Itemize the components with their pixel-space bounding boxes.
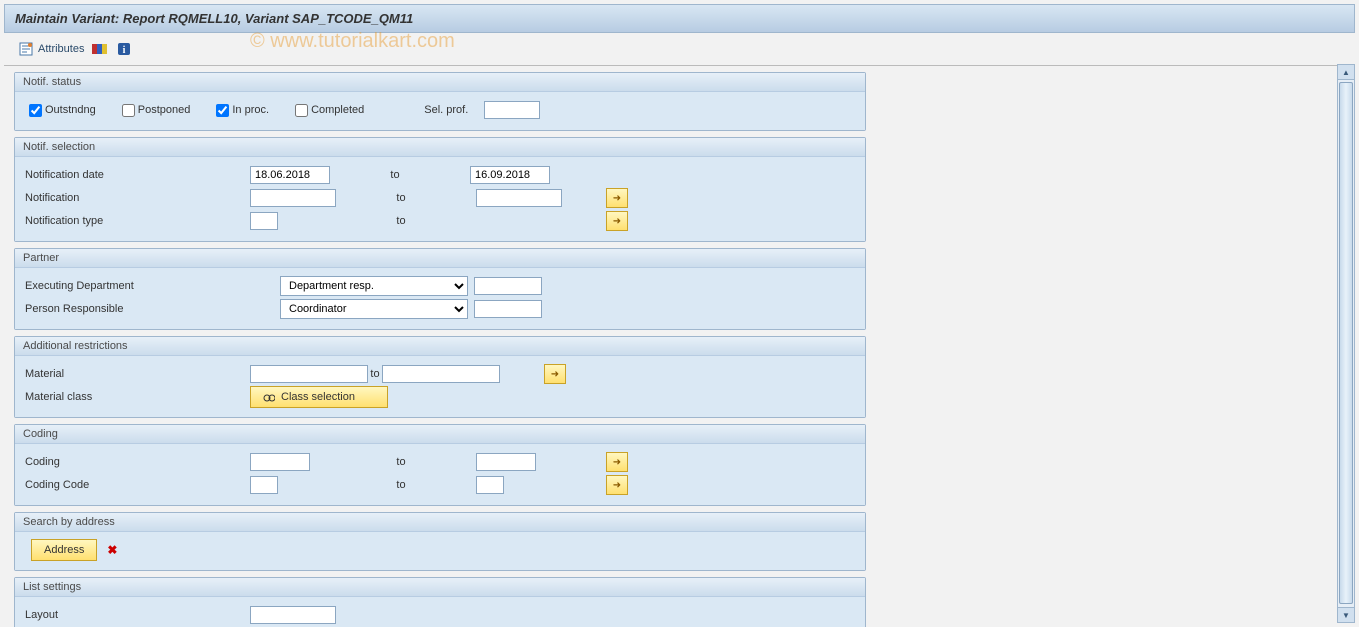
material-multi-select-icon[interactable]: ➜	[544, 364, 566, 384]
layout-input[interactable]	[250, 606, 336, 624]
notif-type-label: Notification type	[25, 215, 250, 227]
completed-label: Completed	[311, 104, 364, 116]
svg-text:i: i	[123, 45, 126, 56]
group-header-additional: Additional restrictions	[15, 337, 865, 356]
person-resp-select[interactable]: Coordinator	[280, 299, 468, 319]
inproc-label: In proc.	[232, 104, 269, 116]
page-title: Maintain Variant: Report RQMELL10, Varia…	[4, 4, 1355, 33]
delete-icon[interactable]: ✖	[107, 543, 117, 557]
notif-date-from-input[interactable]	[250, 166, 330, 184]
coding-code-from-input[interactable]	[250, 476, 278, 494]
completed-checkbox[interactable]: Completed	[291, 101, 364, 120]
coding-from-input[interactable]	[250, 453, 310, 471]
material-from-input[interactable]	[250, 365, 368, 383]
coding-code-multi-select-icon[interactable]: ➜	[606, 475, 628, 495]
notif-type-from-input[interactable]	[250, 212, 278, 230]
notif-date-to-input[interactable]	[470, 166, 550, 184]
to-label: to	[385, 169, 405, 181]
outstanding-checkbox[interactable]: Outstndng	[25, 101, 96, 120]
scroll-track[interactable]	[1338, 80, 1354, 607]
notif-date-label: Notification date	[25, 169, 250, 181]
attributes-label: Attributes	[38, 43, 84, 55]
address-button[interactable]: Address	[31, 539, 97, 561]
address-button-label: Address	[44, 544, 84, 556]
coding-multi-select-icon[interactable]: ➜	[606, 452, 628, 472]
columns-icon[interactable]	[92, 41, 108, 57]
attributes-button[interactable]: Attributes	[18, 41, 84, 57]
material-to-input[interactable]	[382, 365, 500, 383]
group-notif-selection: Notif. selection Notification date to No…	[14, 137, 866, 242]
sel-prof-input[interactable]	[484, 101, 540, 119]
coding-code-to-input[interactable]	[476, 476, 504, 494]
person-resp-value-input[interactable]	[474, 300, 542, 318]
group-notif-status: Notif. status Outstndng Postponed In pro…	[14, 72, 866, 131]
class-selection-label: Class selection	[281, 391, 355, 403]
group-list-settings: List settings Layout	[14, 577, 866, 627]
scroll-down-icon[interactable]: ▼	[1338, 607, 1354, 622]
scroll-thumb[interactable]	[1339, 82, 1353, 604]
postponed-checkbox[interactable]: Postponed	[118, 101, 191, 120]
group-header-address: Search by address	[15, 513, 865, 532]
binoculars-icon	[263, 391, 275, 403]
coding-code-label: Coding Code	[25, 479, 250, 491]
outstanding-label: Outstndng	[45, 104, 96, 116]
notif-type-multi-select-icon[interactable]: ➜	[606, 211, 628, 231]
group-coding: Coding Coding to ➜ Coding Code to ➜	[14, 424, 866, 506]
group-header-selection: Notif. selection	[15, 138, 865, 157]
coding-to-input[interactable]	[476, 453, 536, 471]
group-partner: Partner Executing Department Department …	[14, 248, 866, 330]
toolbar: Attributes i	[4, 37, 1355, 66]
layout-label: Layout	[25, 609, 250, 621]
group-header-list: List settings	[15, 578, 865, 597]
group-address: Search by address Address ✖	[14, 512, 866, 571]
scroll-up-icon[interactable]: ▲	[1338, 65, 1354, 80]
notif-from-input[interactable]	[250, 189, 336, 207]
group-header-coding: Coding	[15, 425, 865, 444]
attributes-icon	[18, 41, 34, 57]
person-resp-label: Person Responsible	[25, 303, 280, 315]
group-header-status: Notif. status	[15, 73, 865, 92]
material-class-label: Material class	[25, 391, 250, 403]
info-icon[interactable]: i	[116, 41, 132, 57]
coding-label: Coding	[25, 456, 250, 468]
inproc-checkbox[interactable]: In proc.	[212, 101, 269, 120]
vertical-scrollbar[interactable]: ▲ ▼	[1337, 64, 1355, 623]
group-header-partner: Partner	[15, 249, 865, 268]
group-additional: Additional restrictions Material to ➜ Ma…	[14, 336, 866, 418]
class-selection-button[interactable]: Class selection	[250, 386, 388, 408]
material-label: Material	[25, 368, 250, 380]
exec-dept-label: Executing Department	[25, 280, 280, 292]
notif-to-input[interactable]	[476, 189, 562, 207]
exec-dept-select[interactable]: Department resp.	[280, 276, 468, 296]
exec-dept-value-input[interactable]	[474, 277, 542, 295]
notif-label: Notification	[25, 192, 250, 204]
sel-prof-label: Sel. prof.	[424, 104, 484, 116]
postponed-label: Postponed	[138, 104, 191, 116]
notif-multi-select-icon[interactable]: ➜	[606, 188, 628, 208]
